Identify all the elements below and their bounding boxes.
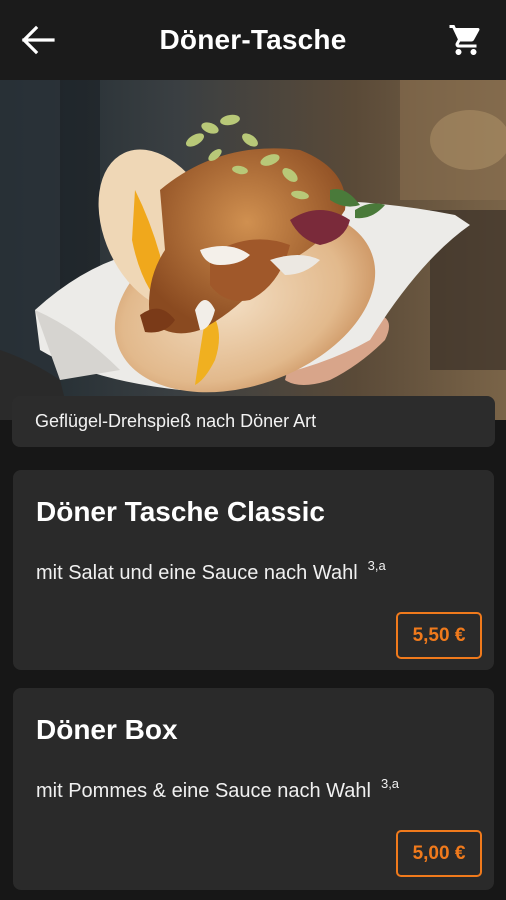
price-button[interactable]: 5,50 € bbox=[396, 612, 482, 659]
app-screen: Döner-Tasche Geflügel-Drehspieß nach Dön… bbox=[0, 0, 506, 900]
product-description-text: mit Salat und eine Sauce nach Wahl bbox=[36, 562, 358, 584]
product-description: mit Salat und eine Sauce nach Wahl 3,a bbox=[36, 558, 386, 585]
cart-icon bbox=[449, 25, 480, 55]
product-name: Döner Tasche Classic bbox=[36, 496, 325, 527]
arrow-left-icon bbox=[21, 25, 55, 55]
allergen-note: 3,a bbox=[367, 558, 386, 573]
category-description: Geflügel-Drehspieß nach Döner Art bbox=[12, 396, 495, 447]
price-button[interactable]: 5,00 € bbox=[396, 830, 482, 877]
product-card[interactable]: Döner Tasche Classic mit Salat und eine … bbox=[13, 470, 494, 670]
allergen-note: 3,a bbox=[380, 776, 400, 791]
hero-image bbox=[0, 80, 506, 420]
top-bar: Döner-Tasche bbox=[0, 0, 506, 80]
product-description-text: mit Pommes & eine Sauce nach Wahl bbox=[36, 780, 371, 802]
cart-button[interactable] bbox=[446, 20, 486, 60]
product-name: Döner Box bbox=[36, 714, 178, 745]
back-button[interactable] bbox=[18, 22, 58, 58]
product-description: mit Pommes & eine Sauce nach Wahl 3,a bbox=[36, 776, 399, 803]
page-title: Döner-Tasche bbox=[159, 24, 347, 55]
product-card[interactable]: Döner Box mit Pommes & eine Sauce nach W… bbox=[13, 688, 494, 890]
